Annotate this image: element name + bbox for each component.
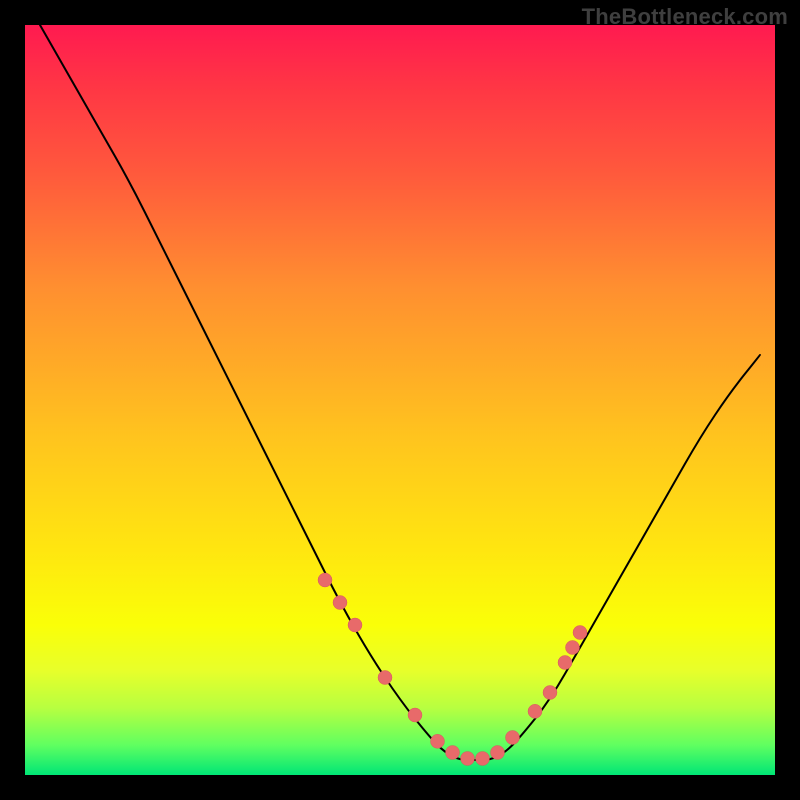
bead-point [558,656,572,670]
bead-point [318,573,332,587]
bead-point [528,704,542,718]
bead-point [333,596,347,610]
bead-point [408,708,422,722]
bead-point [461,752,475,766]
bead-point [431,734,445,748]
bead-point [573,626,587,640]
bead-point [566,641,580,655]
valley-beads [318,573,587,766]
bead-point [446,746,460,760]
bead-point [506,731,520,745]
chart-svg [25,25,775,775]
bead-point [476,752,490,766]
bead-point [543,686,557,700]
bead-point [378,671,392,685]
bottleneck-curve [40,25,760,760]
bead-point [491,746,505,760]
bead-point [348,618,362,632]
